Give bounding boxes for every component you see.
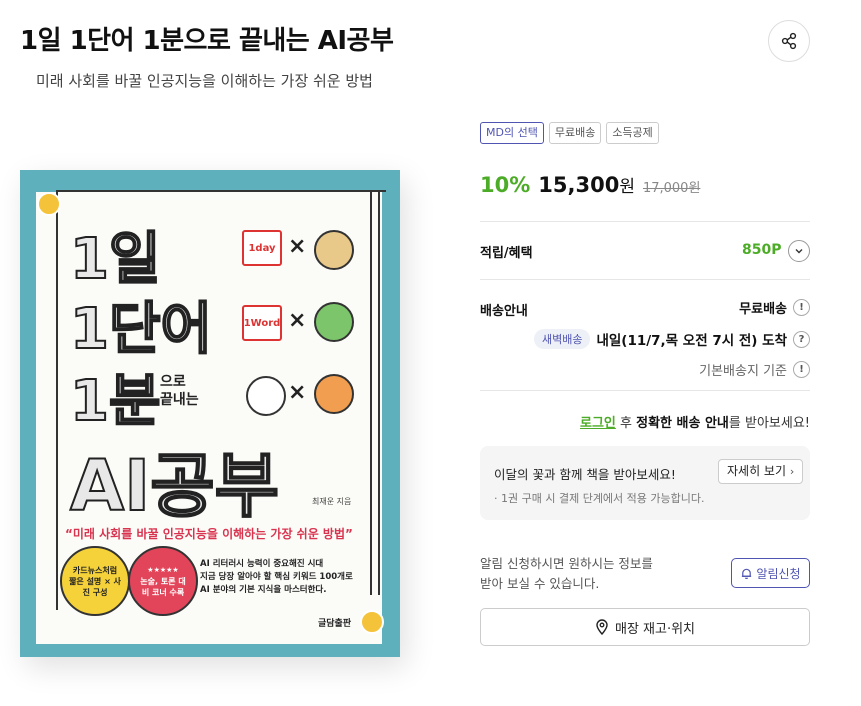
sale-price-amount: 15,300: [538, 173, 620, 197]
discount-rate: 10%: [480, 173, 531, 197]
shipping-label: 배송안내: [480, 304, 528, 319]
cover-frame-right: [370, 190, 380, 595]
shipping-free-text: 무료배송: [739, 302, 787, 317]
cover-quote: “미래 사회를 바꿀 인공지능을 이해하는 가장 쉬운 방법”: [65, 527, 353, 541]
tag-tax-deduction: 소득공제: [606, 122, 659, 144]
cover-author: 최재운 지음: [312, 497, 352, 506]
sale-price-unit: 원: [619, 177, 635, 197]
cover-publisher: 글담출판: [318, 619, 352, 629]
brain-icon: [314, 374, 354, 414]
times-icon: ×: [288, 308, 307, 333]
flower-promo-box: 이달의 꽃과 함께 책을 받아보세요! · 1권 구매 시 결제 단계에서 적용…: [480, 446, 810, 520]
cover-line-1: 1일: [69, 226, 161, 293]
benefit-points: 850P: [742, 242, 782, 258]
bell-icon: [742, 568, 752, 579]
page-title: 1일 1단어 1분으로 끝내는 AI공부: [20, 26, 394, 56]
calendar-icon-label: 1day: [248, 242, 276, 254]
cover-desc-line: 지금 당장 알아야 할 핵심 키워드 100개로: [200, 572, 353, 582]
promo-details-button[interactable]: 자세히 보기 ›: [718, 459, 804, 484]
location-pin-icon: [596, 619, 608, 635]
cover-desc-line: AI 분야의 기본 지식을 마스터한다.: [200, 585, 327, 595]
shipping-base-row: 기본배송지 기준 !: [699, 360, 810, 379]
share-button[interactable]: [768, 20, 810, 62]
cover-circle-red-text: 논술, 토론 대비 코너 수록: [140, 576, 186, 597]
divider: [480, 390, 810, 391]
help-icon[interactable]: ?: [793, 330, 810, 348]
dawn-delivery-badge: 새벽배송: [533, 329, 591, 349]
divider: [480, 221, 810, 222]
login-prompt-bold: 정확한 배송 안내: [636, 416, 729, 431]
cover-circle-yellow: 카드뉴스처럼 짧은 설명 × 사진 구성: [60, 546, 130, 616]
store-stock-button[interactable]: 매장 재고·위치: [480, 608, 810, 646]
alarm-subscribe-button[interactable]: 알림신청: [731, 558, 810, 588]
cover-line-3-small-a: 으로: [160, 374, 186, 390]
book-cover-image[interactable]: 1일 1단어 1분 으로 끝내는 AI공부 1day × 1Word × × 최…: [20, 170, 400, 657]
cover-line-2: 1단어: [69, 296, 213, 363]
shipping-base-text: 기본배송지 기준: [699, 364, 787, 379]
stopwatch-icon: [246, 376, 286, 416]
info-icon[interactable]: !: [793, 361, 810, 378]
shipping-free-row: 무료배송 !: [739, 298, 810, 317]
calendar-icon: 1day: [242, 230, 282, 266]
original-price: 17,000원: [642, 181, 701, 196]
book-stack-icon: [314, 302, 354, 342]
tag-free-shipping: 무료배송: [548, 122, 602, 144]
times-icon: ×: [288, 380, 307, 405]
robot-head-icon: [314, 230, 354, 270]
times-icon: ×: [288, 234, 307, 259]
cover-circle-red-stars: ★★★★★: [147, 565, 179, 574]
cover-line-4: AI공부: [69, 444, 280, 528]
info-icon[interactable]: !: [793, 299, 810, 316]
notebook-icon: 1Word: [242, 305, 282, 341]
login-prompt: 로그인 후 정확한 배송 안내를 받아보세요!: [580, 412, 810, 431]
sale-price: 15,300원: [538, 172, 635, 197]
chevron-right-icon: ›: [789, 465, 795, 478]
tag-md-choice: MD의 선택: [480, 122, 544, 144]
divider: [480, 279, 810, 280]
login-link[interactable]: 로그인: [580, 416, 616, 431]
cover-line-3: 1분: [69, 368, 161, 435]
cover-circle-red: ★★★★★ 논술, 토론 대비 코너 수록: [128, 546, 198, 616]
page-subtitle: 미래 사회를 바꿀 인공지능을 이해하는 가장 쉬운 방법: [36, 72, 373, 90]
alarm-description: 알림 신청하시면 원하시는 정보를 받아 보실 수 있습니다.: [480, 554, 653, 594]
alarm-text-line: 알림 신청하시면 원하시는 정보를: [480, 556, 653, 571]
promo-note: · 1권 구매 시 결제 단계에서 적용 가능합니다.: [494, 492, 705, 505]
cover-desc-line: AI 리터러시 능력이 중요해진 시대: [200, 559, 324, 569]
store-stock-label: 매장 재고·위치: [614, 621, 696, 637]
benefit-expand-button[interactable]: [788, 240, 810, 262]
login-prompt-mid: 후: [615, 416, 637, 431]
chevron-down-icon: [795, 249, 803, 254]
alarm-button-label: 알림신청: [756, 566, 801, 581]
shipping-arrival-row: 새벽배송 내일(11/7,목 오전 7시 전) 도착 ?: [533, 329, 810, 349]
promo-details-label: 자세히 보기: [727, 464, 787, 478]
promo-title: 이달의 꽃과 함께 책을 받아보세요!: [494, 467, 676, 482]
cover-circle-yellow-text: 카드뉴스처럼 짧은 설명 × 사진 구성: [69, 565, 121, 597]
alarm-text-line: 받아 보실 수 있습니다.: [480, 576, 600, 591]
cover-line-3-small-b: 끝내는: [160, 392, 199, 408]
notebook-icon-label: 1Word: [243, 317, 281, 329]
cover-badge-bottom-icon: [360, 610, 384, 634]
cover-badge-top-icon: [37, 192, 61, 216]
arrival-date: 내일(11/7,목 오전 7시 전) 도착: [596, 333, 787, 349]
cover-description: AI 리터러시 능력이 중요해진 시대 지금 당장 알아야 할 핵심 키워드 1…: [200, 558, 353, 597]
product-tags: MD의 선택 무료배송 소득공제: [480, 122, 659, 144]
price-row: 10% 15,300원 17,000원: [480, 172, 700, 197]
login-prompt-tail: 를 받아보세요!: [728, 416, 810, 431]
share-icon: [781, 32, 797, 50]
benefit-label: 적립/혜택: [480, 246, 533, 261]
